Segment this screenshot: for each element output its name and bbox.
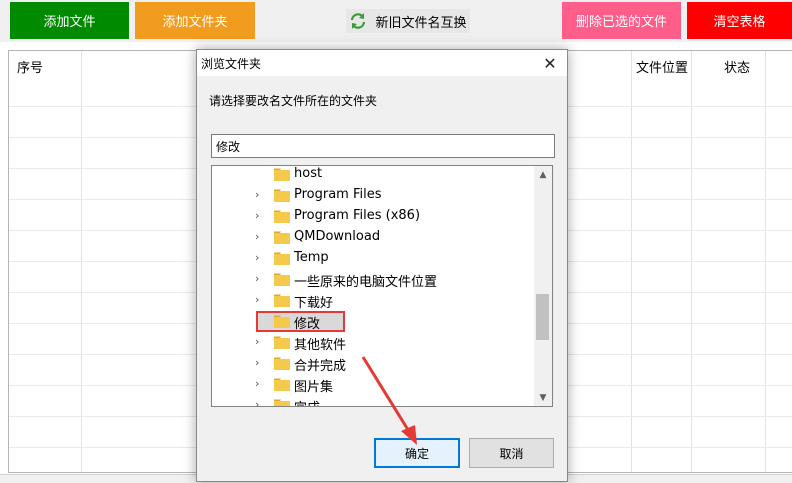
annotation-arrow: [361, 356, 417, 445]
chevron-right-icon[interactable]: ›: [255, 252, 265, 264]
folder-tree-label: 一些原来的电脑文件位置: [294, 275, 438, 290]
chevron-right-icon[interactable]: ›: [255, 399, 265, 407]
folder-path-input[interactable]: [211, 134, 555, 158]
folder-tree-item[interactable]: › Program Files (x86): [212, 206, 534, 227]
swap-names-button[interactable]: 新旧文件名互换: [346, 9, 470, 33]
chevron-right-icon[interactable]: ›: [255, 273, 265, 285]
column-header-seq[interactable]: 序号: [17, 57, 43, 76]
delete-selected-button[interactable]: 删除已选的文件: [562, 2, 681, 39]
chevron-right-icon[interactable]: ›: [255, 378, 265, 390]
folder-icon: [274, 294, 290, 307]
folder-icon: [274, 189, 290, 202]
folder-tree-label: Temp: [294, 250, 329, 265]
tree-scrollbar[interactable]: ▲ ▼: [534, 166, 552, 406]
folder-tree-item[interactable]: › 一些原来的电脑文件位置: [212, 269, 534, 291]
folder-tree-label: 图片集: [294, 380, 334, 395]
dialog-titlebar[interactable]: 浏览文件夹 ✕: [197, 50, 567, 76]
folder-icon: [274, 168, 290, 181]
folder-tree-label: 合并完成: [294, 359, 347, 374]
folder-icon: [274, 378, 290, 391]
chevron-right-icon[interactable]: ›: [255, 336, 265, 348]
chevron-right-icon[interactable]: ›: [255, 294, 265, 306]
chevron-right-icon[interactable]: ›: [255, 189, 265, 201]
folder-tree-label: 其他软件: [294, 338, 347, 353]
folder-tree-item[interactable]: › Temp: [212, 248, 534, 269]
folder-icon: [274, 357, 290, 370]
toolbar: 添加文件 添加文件夹 新旧文件名互换 删除已选的文件 清空表格: [0, 0, 792, 42]
chevron-right-icon[interactable]: ›: [255, 357, 265, 369]
folder-icon: [274, 273, 290, 286]
folder-tree-item[interactable]: › Program Files: [212, 185, 534, 206]
folder-tree-label: QMDownload: [294, 229, 381, 244]
highlight-box: [256, 311, 345, 332]
column-header-location[interactable]: 文件位置: [636, 57, 688, 76]
folder-icon: [274, 231, 290, 244]
scrollbar-thumb[interactable]: [536, 294, 549, 340]
cancel-button[interactable]: 取消: [469, 438, 554, 468]
add-file-button[interactable]: 添加文件: [10, 2, 129, 39]
chevron-right-icon[interactable]: ›: [255, 210, 265, 222]
chevron-up-icon[interactable]: ▲: [534, 166, 552, 183]
folder-icon: [274, 399, 290, 406]
dialog-title: 浏览文件夹: [201, 57, 262, 71]
folder-icon: [274, 336, 290, 349]
swap-names-label: 新旧文件名互换: [375, 15, 467, 31]
chevron-right-icon[interactable]: ›: [255, 231, 265, 243]
folder-tree-label: 完成: [294, 397, 320, 406]
folder-tree-label: Program Files (x86): [294, 208, 421, 223]
chevron-down-icon[interactable]: ▼: [534, 389, 552, 406]
dialog-prompt: 请选择要改名文件所在的文件夹: [209, 94, 378, 108]
folder-tree-item[interactable]: host: [212, 166, 534, 185]
folder-tree-label: 下载好: [294, 296, 334, 311]
folder-tree-item[interactable]: › 其他软件: [212, 332, 534, 354]
refresh-arrows-icon: [351, 13, 366, 29]
clear-table-button[interactable]: 清空表格: [687, 2, 792, 39]
folder-tree-item[interactable]: › QMDownload: [212, 227, 534, 248]
close-icon[interactable]: ✕: [533, 50, 567, 76]
folder-icon: [274, 252, 290, 265]
add-folder-button[interactable]: 添加文件夹: [135, 2, 255, 39]
column-header-status[interactable]: 状态: [724, 57, 750, 76]
folder-tree-label: Program Files: [294, 187, 382, 202]
folder-tree-label: host: [294, 166, 323, 181]
folder-tree-item[interactable]: › 下载好: [212, 290, 534, 312]
folder-icon: [274, 210, 290, 223]
